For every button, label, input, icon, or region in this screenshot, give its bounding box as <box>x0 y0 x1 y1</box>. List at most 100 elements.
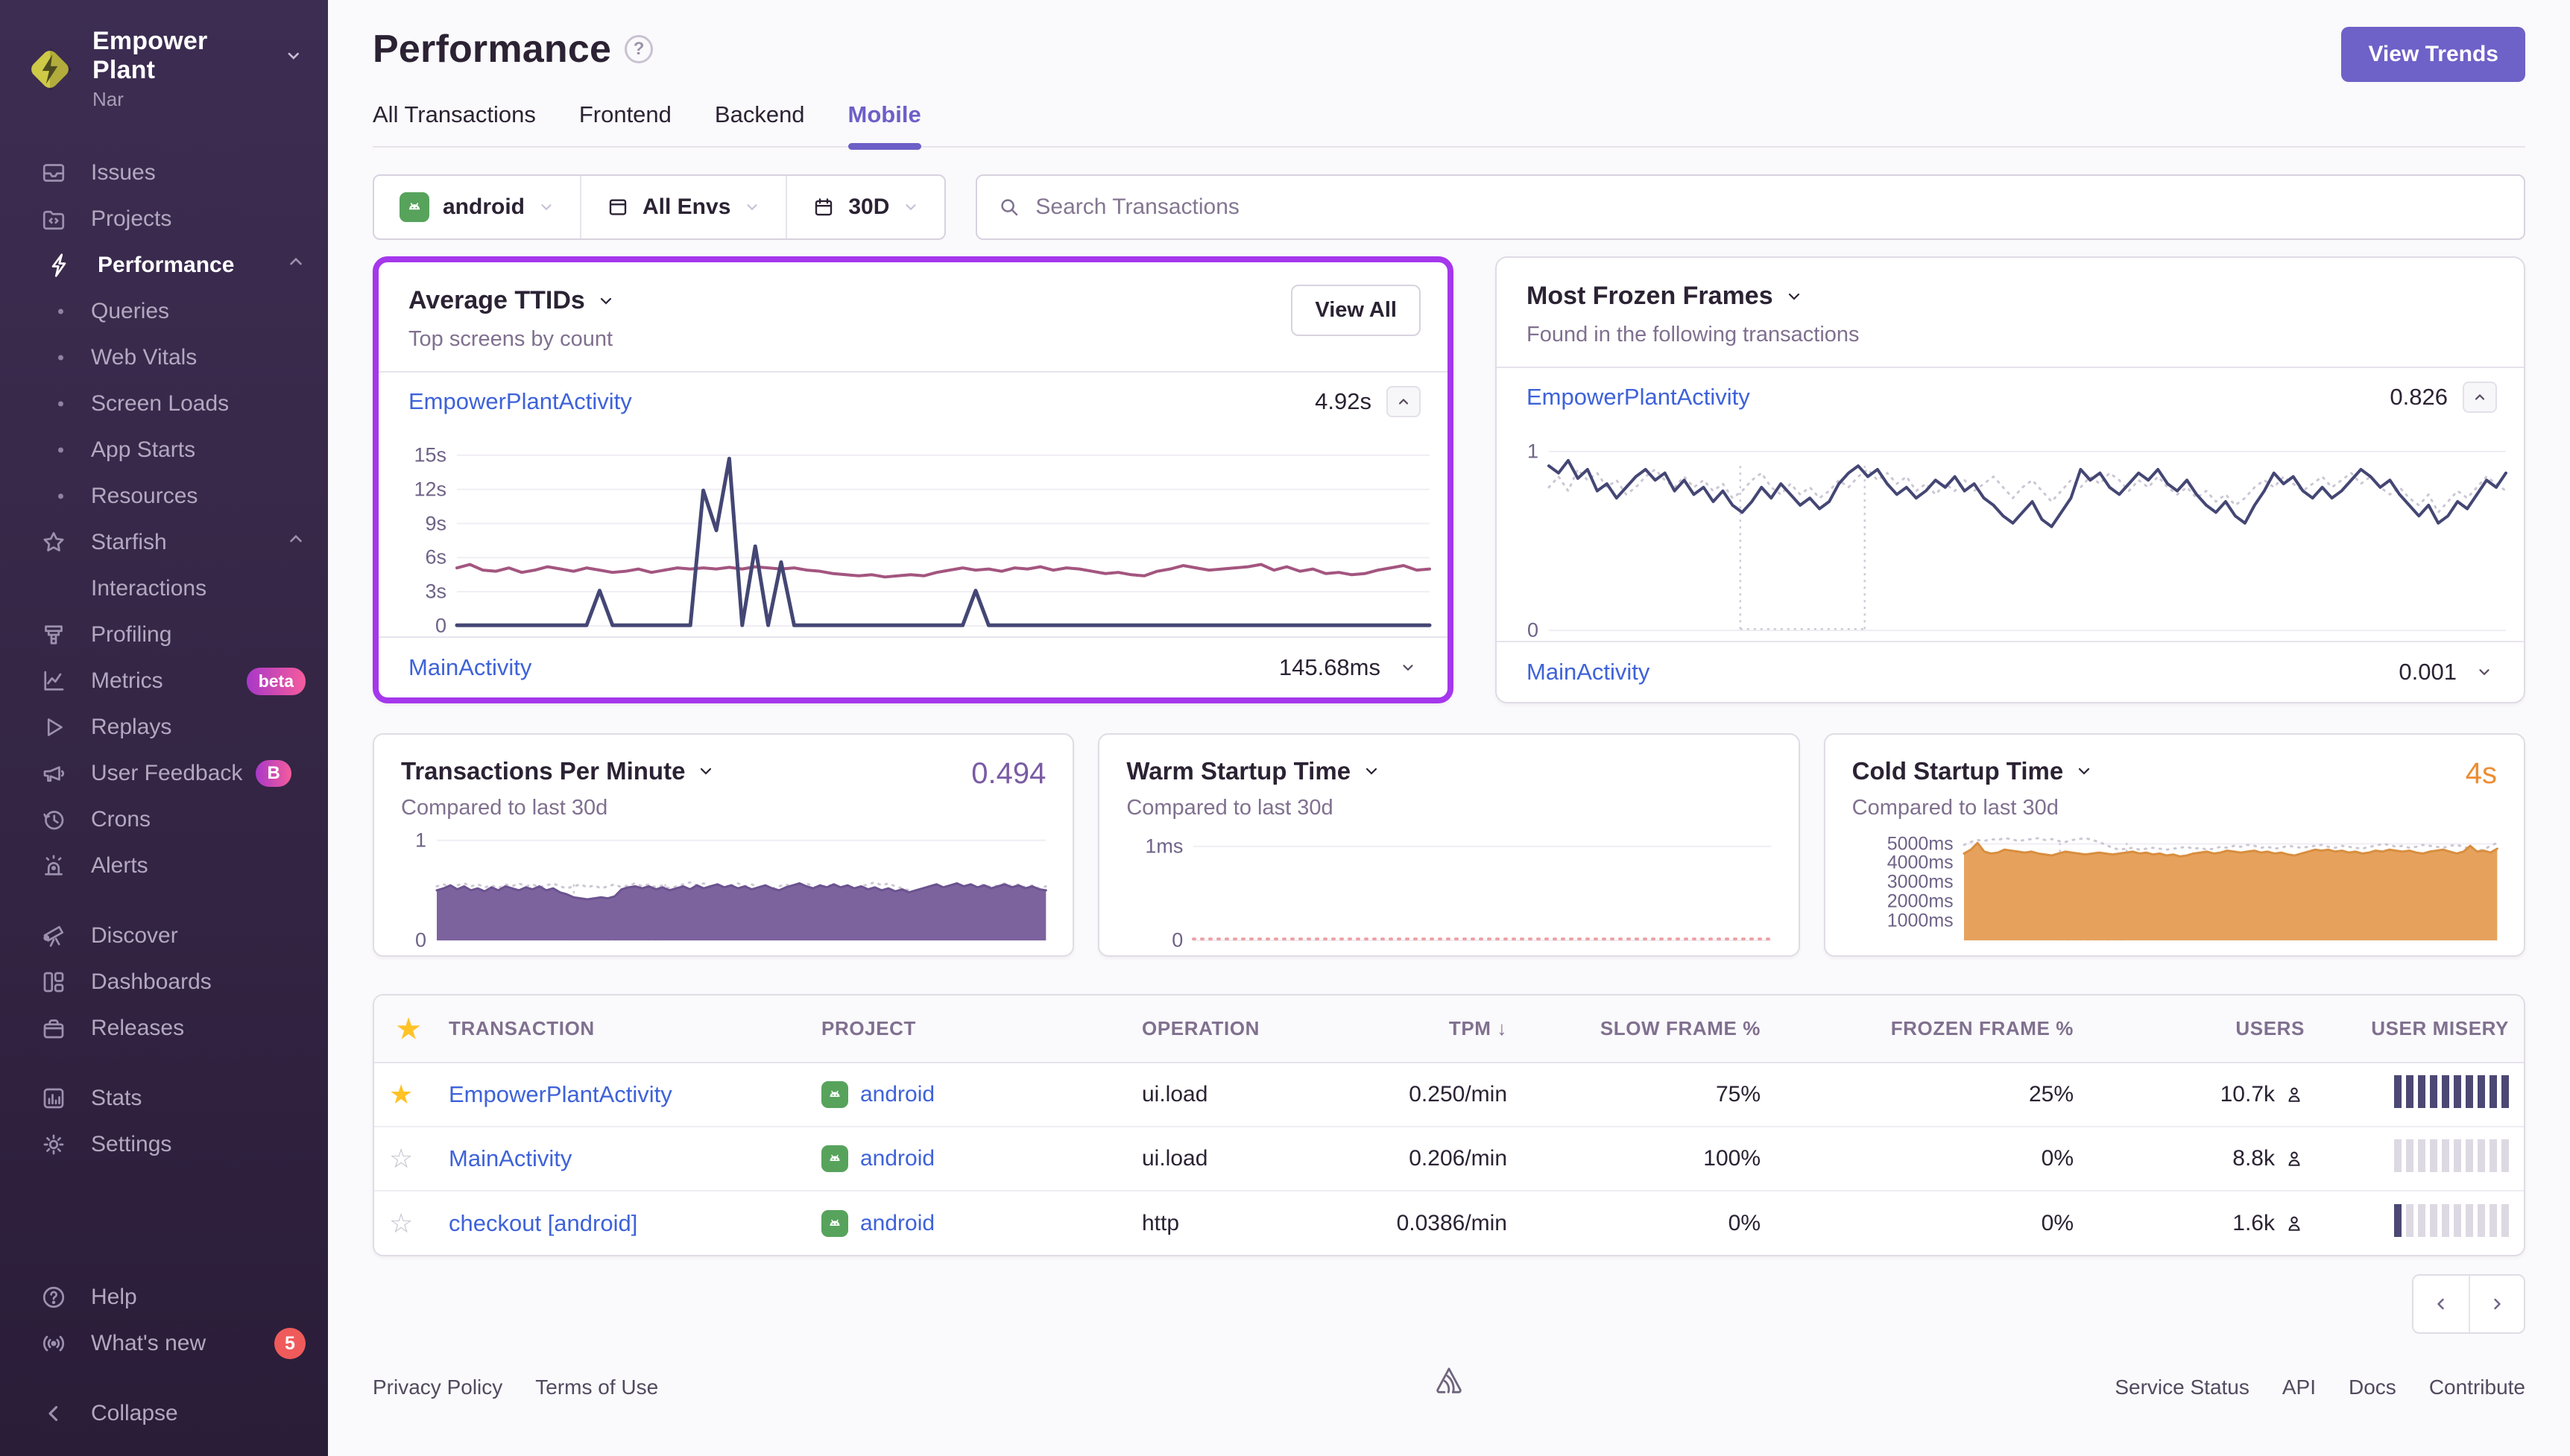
privacy-policy-link[interactable]: Privacy Policy <box>373 1376 502 1399</box>
table-row[interactable]: ☆ MainActivity android ui.load 0.206/min… <box>374 1127 2524 1191</box>
sidebar-item-crons[interactable]: Crons <box>0 797 328 843</box>
user-icon <box>2288 1087 2300 1102</box>
docs-link[interactable]: Docs <box>2349 1376 2396 1399</box>
transaction-link[interactable]: EmpowerPlantActivity <box>1526 384 1750 411</box>
warm-startup-title-dropdown[interactable]: Warm Startup Time <box>1126 757 1771 785</box>
terms-of-use-link[interactable]: Terms of Use <box>535 1376 658 1399</box>
tab-mobile[interactable]: Mobile <box>847 101 921 150</box>
date-range-filter[interactable]: 30D <box>786 176 944 238</box>
project-link[interactable]: android <box>860 1211 935 1236</box>
service-status-link[interactable]: Service Status <box>2115 1376 2249 1399</box>
contribute-link[interactable]: Contribute <box>2429 1376 2525 1399</box>
frozen-row-expanded: EmpowerPlantActivity 0.826 <box>1497 368 2524 426</box>
transaction-link[interactable]: EmpowerPlantActivity <box>449 1081 672 1107</box>
sidebar-item-resources[interactable]: Resources <box>0 473 328 519</box>
tpm-card: Transactions Per Minute 0.494 Compared t… <box>373 733 1075 957</box>
sidebar-item-whats-new[interactable]: What's new 5 <box>0 1320 328 1367</box>
expand-row-button[interactable] <box>1395 659 1421 676</box>
transaction-link[interactable]: MainActivity <box>449 1145 572 1171</box>
sidebar-item-replays[interactable]: Replays <box>0 704 328 750</box>
prev-page-button[interactable] <box>2413 1276 2469 1332</box>
api-link[interactable]: API <box>2282 1376 2316 1399</box>
transaction-link[interactable]: checkout [android] <box>449 1210 637 1236</box>
sidebar-item-projects[interactable]: Projects <box>0 196 328 242</box>
next-page-button[interactable] <box>2469 1276 2524 1332</box>
view-all-button[interactable]: View All <box>1291 285 1421 336</box>
col-user-misery[interactable]: USER MISERY <box>2320 996 2524 1063</box>
col-users[interactable]: USERS <box>2088 996 2320 1063</box>
table-row[interactable]: ☆ checkout [android] android http 0.0386… <box>374 1191 2524 1255</box>
col-frozen-frame[interactable]: FROZEN FRAME % <box>1775 996 2088 1063</box>
sidebar-item-help[interactable]: Help <box>0 1274 328 1320</box>
collapse-row-button[interactable] <box>1386 386 1421 417</box>
expand-row-button[interactable] <box>2472 664 2497 680</box>
sidebar-item-performance[interactable]: Performance <box>0 242 328 288</box>
col-tpm[interactable]: TPM ↓ <box>1351 996 1522 1063</box>
project-link[interactable]: android <box>860 1146 935 1171</box>
avg-ttids-title-dropdown[interactable]: Average TTIDs <box>408 286 1418 315</box>
cold-startup-title-dropdown[interactable]: Cold Startup Time <box>1852 757 2497 785</box>
star-toggle[interactable]: ☆ <box>389 1208 413 1238</box>
frozen-frame-cell: 0% <box>1775 1127 2088 1191</box>
tpm-title-dropdown[interactable]: Transactions Per Minute <box>401 757 1046 785</box>
y-axis-labels: 5000ms 4000ms 3000ms 2000ms 1000ms <box>1887 833 1954 931</box>
ttid-row-expanded: EmpowerPlantActivity 4.92s <box>379 373 1447 431</box>
sidebar-item-issues[interactable]: Issues <box>0 150 328 196</box>
calendar-icon <box>815 198 833 216</box>
sidebar-item-screen-loads[interactable]: Screen Loads <box>0 381 328 427</box>
nav-divider <box>0 1051 328 1075</box>
project-link[interactable]: android <box>860 1082 935 1107</box>
sidebar-item-releases[interactable]: Releases <box>0 1005 328 1051</box>
tpm-cell: 0.0386/min <box>1351 1191 1522 1255</box>
sidebar-item-queries[interactable]: Queries <box>0 288 328 335</box>
operation-cell: http <box>1127 1191 1351 1255</box>
collapse-row-button[interactable] <box>2463 382 2497 413</box>
search-icon <box>1001 199 1018 216</box>
sidebar-item-web-vitals[interactable]: Web Vitals <box>0 335 328 381</box>
avg-ttids-chart: 15s 12s 9s 6s 3s 0 <box>379 431 1447 637</box>
tab-backend[interactable]: Backend <box>715 101 805 146</box>
col-slow-frame[interactable]: SLOW FRAME % <box>1522 996 1775 1063</box>
sidebar-item-interactions[interactable]: Interactions <box>0 566 328 612</box>
y-axis-labels: 10 <box>1526 440 1538 642</box>
org-switcher[interactable]: Empower Plant Nar <box>0 22 328 130</box>
sidebar-item-stats[interactable]: Stats <box>0 1075 328 1121</box>
environment-filter[interactable]: All Envs <box>580 176 786 238</box>
sidebar-item-dashboards[interactable]: Dashboards <box>0 959 328 1005</box>
sidebar-item-starfish[interactable]: Starfish <box>0 519 328 566</box>
nav-divider <box>0 1367 328 1390</box>
search-input[interactable] <box>1035 194 2503 220</box>
col-operation[interactable]: OPERATION <box>1127 996 1351 1063</box>
star-header-icon[interactable]: ★ <box>397 1013 421 1044</box>
star-icon <box>37 529 70 556</box>
table-row[interactable]: ★ EmpowerPlantActivity android ui.load 0… <box>374 1063 2524 1127</box>
project-filter[interactable]: android <box>374 176 580 238</box>
android-icon <box>821 1209 848 1237</box>
frozen-frames-title-dropdown[interactable]: Most Frozen Frames <box>1526 282 2494 311</box>
frozen-frames-panel: Most Frozen Frames Found in the followin… <box>1495 256 2525 703</box>
sidebar-item-user-feedback[interactable]: User Feedback B <box>0 750 328 797</box>
col-transaction[interactable]: TRANSACTION <box>434 996 806 1063</box>
sidebar-item-discover[interactable]: Discover <box>0 913 328 959</box>
sidebar-item-profiling[interactable]: Profiling <box>0 612 328 658</box>
sidebar-item-metrics[interactable]: Metrics beta <box>0 658 328 704</box>
sidebar-item-settings[interactable]: Settings <box>0 1121 328 1168</box>
y-axis-labels: 1ms 0 <box>1145 835 1184 952</box>
sidebar-item-alerts[interactable]: Alerts <box>0 843 328 889</box>
view-trends-button[interactable]: View Trends <box>2341 27 2525 82</box>
cold-startup-value: 4s <box>2465 757 2497 790</box>
star-toggle[interactable]: ★ <box>389 1079 413 1110</box>
frozen-frame-cell: 25% <box>1775 1063 2088 1127</box>
sidebar-item-app-starts[interactable]: App Starts <box>0 427 328 473</box>
star-toggle[interactable]: ☆ <box>389 1143 413 1174</box>
chevron-down-icon <box>906 204 917 211</box>
tab-all-transactions[interactable]: All Transactions <box>373 101 536 146</box>
help-tooltip-icon[interactable]: ? <box>625 35 654 63</box>
dashboard-grid-icon <box>37 969 70 996</box>
col-project[interactable]: PROJECT <box>806 996 1127 1063</box>
transaction-link[interactable]: MainActivity <box>1526 659 1649 686</box>
transaction-link[interactable]: MainActivity <box>408 654 531 681</box>
sidebar-collapse-button[interactable]: Collapse <box>0 1390 328 1437</box>
tab-frontend[interactable]: Frontend <box>579 101 672 146</box>
transaction-link[interactable]: EmpowerPlantActivity <box>408 388 632 415</box>
